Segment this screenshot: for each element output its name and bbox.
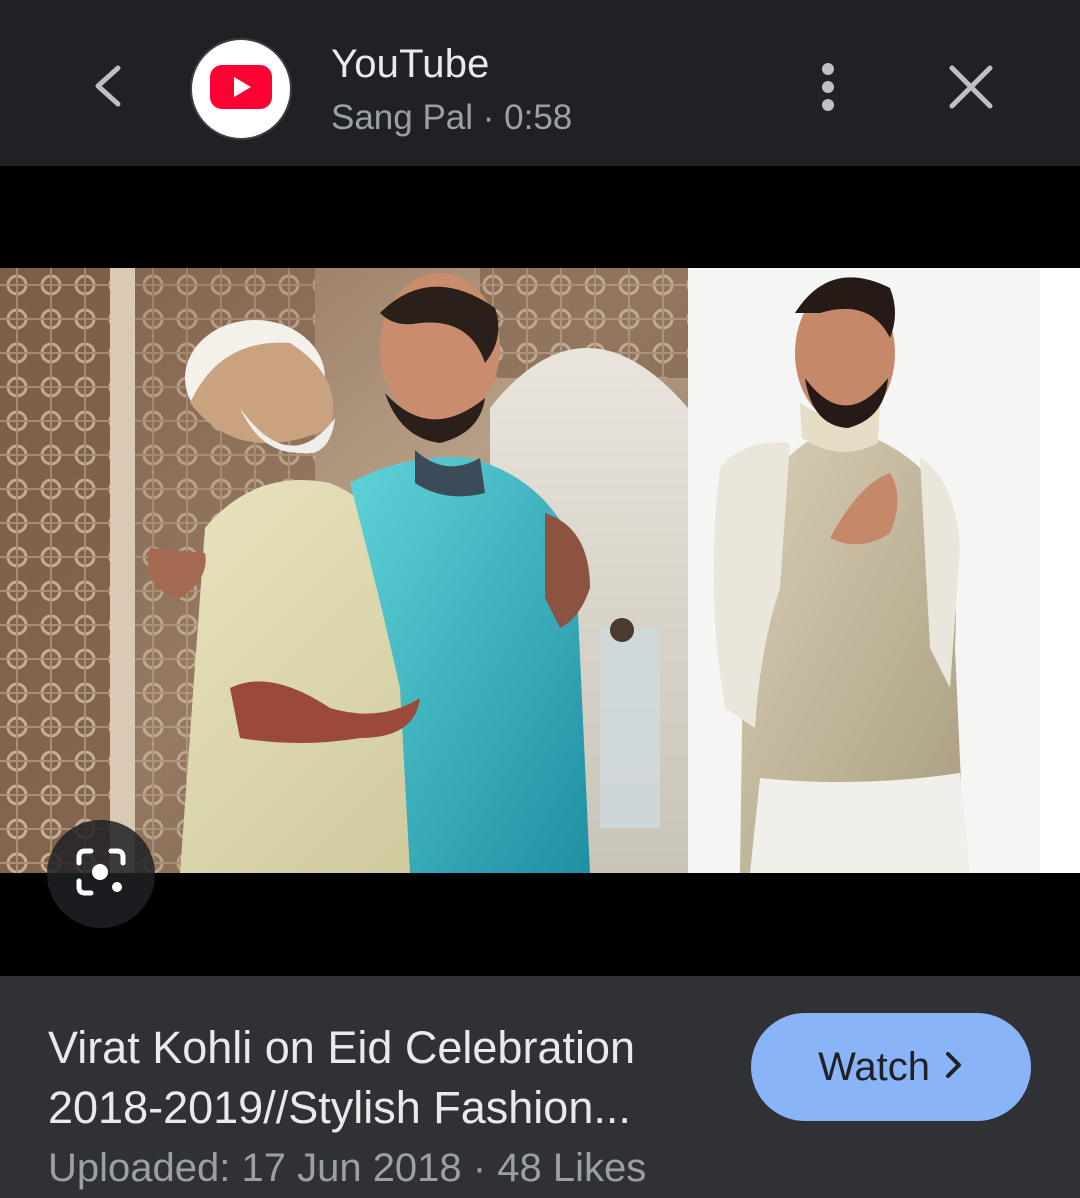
more-options-button[interactable]: [800, 58, 856, 120]
chevron-left-icon: [88, 62, 128, 115]
google-lens-icon: [73, 845, 129, 904]
video-info-panel: Virat Kohli on Eid Celebration 2018-2019…: [0, 976, 1080, 1198]
close-icon: [948, 64, 994, 115]
source-name[interactable]: YouTube: [331, 42, 490, 87]
google-lens-button[interactable]: [47, 820, 155, 928]
header-bar: YouTube Sang Pal · 0:58: [0, 0, 1080, 166]
video-meta: Uploaded: 17 Jun 2018 · 48 Likes: [48, 1146, 647, 1190]
more-vert-icon: [818, 62, 838, 117]
watch-button-label: Watch: [818, 1044, 930, 1089]
video-thumbnail[interactable]: [0, 268, 1080, 873]
watch-button[interactable]: Watch: [751, 1013, 1031, 1121]
chevron-right-icon: [944, 1045, 964, 1090]
back-button[interactable]: [78, 58, 138, 118]
media-area: [0, 166, 1080, 976]
close-button[interactable]: [940, 58, 1002, 120]
source-logo[interactable]: [192, 40, 290, 138]
source-meta: Sang Pal · 0:58: [331, 98, 573, 137]
youtube-logo-icon: [210, 64, 272, 114]
image-viewer: YouTube Sang Pal · 0:58 Virat Kohli on E…: [0, 0, 1080, 1198]
video-title[interactable]: Virat Kohli on Eid Celebration 2018-2019…: [48, 1018, 718, 1138]
